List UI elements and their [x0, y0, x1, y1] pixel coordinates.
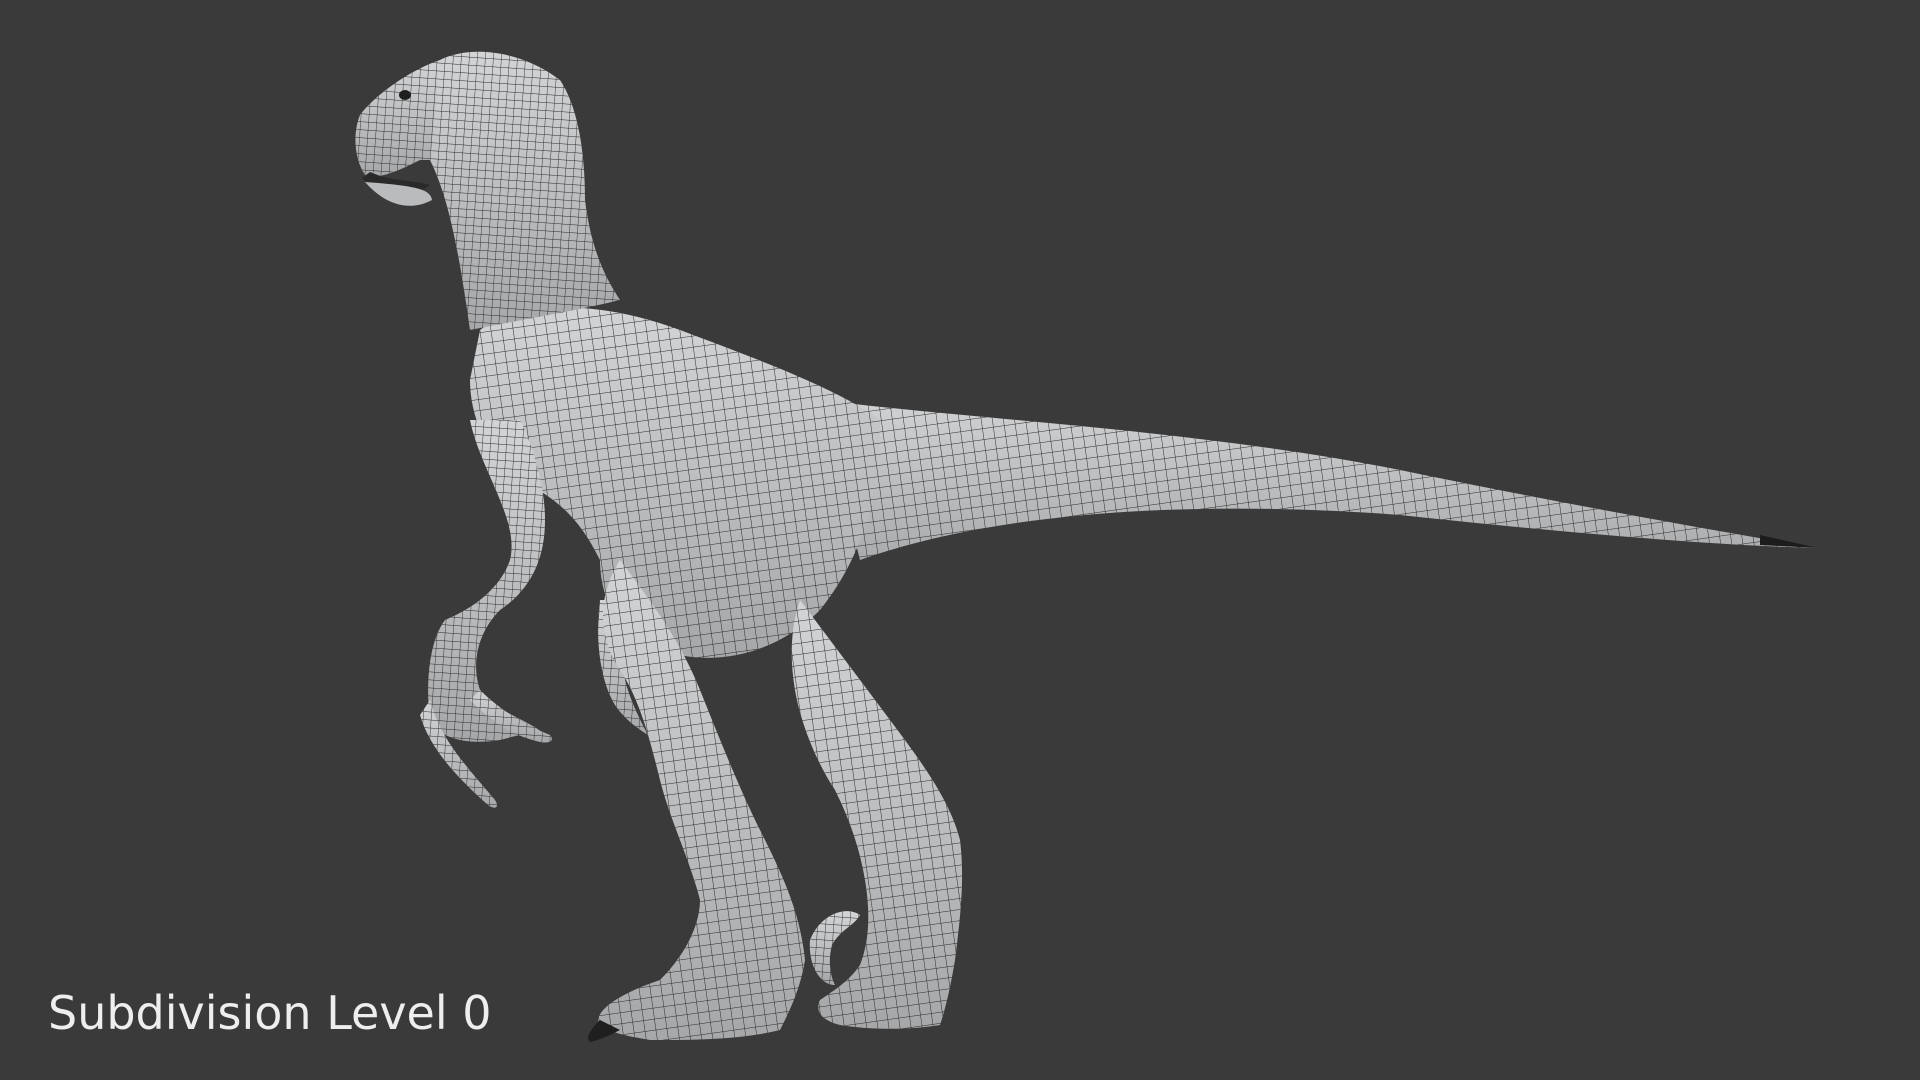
back-leg — [791, 600, 963, 1029]
front-arm — [420, 420, 552, 808]
neck-and-head — [355, 51, 620, 330]
tail — [820, 400, 1818, 560]
3d-viewport[interactable]: Subdivision Level 0 — [0, 0, 1920, 1080]
subdivision-level-label: Subdivision Level 0 — [48, 986, 492, 1040]
dinosaur-wireframe-model — [355, 51, 1818, 1042]
